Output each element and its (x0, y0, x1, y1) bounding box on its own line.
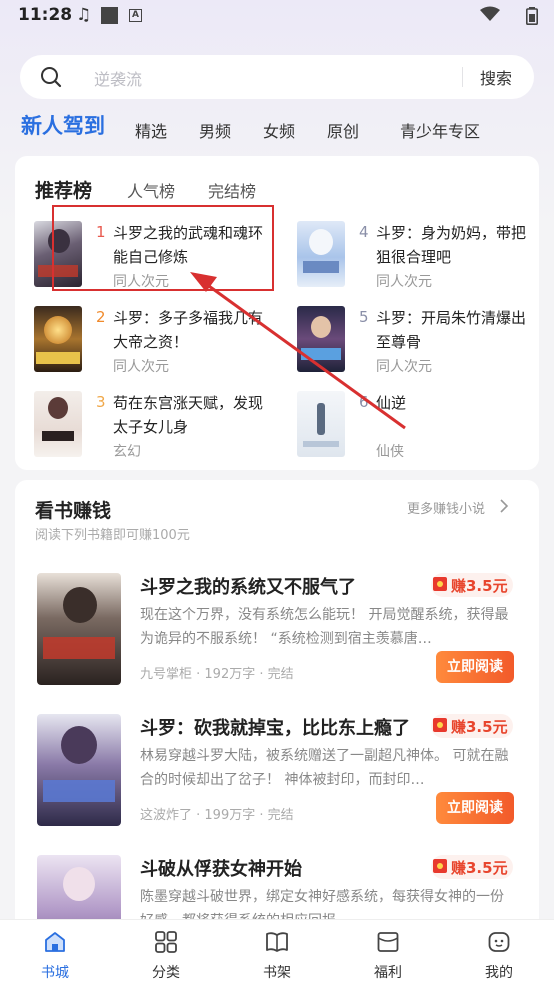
gift-icon (377, 932, 399, 952)
nav-bookstore[interactable]: 书城 (0, 920, 110, 984)
grid-icon (155, 931, 177, 953)
nav-category[interactable]: 分类 (111, 920, 221, 984)
annotation-arrow (190, 272, 406, 430)
bottom-nav: 书城 分类 书架 福利 我的 (0, 919, 554, 984)
nav-label: 我的 (485, 965, 513, 981)
home-icon (45, 932, 65, 952)
nav-profile[interactable]: 我的 (444, 920, 554, 984)
nav-label: 书架 (263, 965, 291, 981)
book-icon (266, 932, 288, 952)
nav-bookshelf[interactable]: 书架 (222, 920, 332, 984)
user-face-icon (488, 932, 510, 952)
nav-welfare[interactable]: 福利 (333, 920, 443, 984)
nav-label: 书城 (41, 965, 69, 981)
nav-label: 分类 (152, 965, 180, 981)
nav-label: 福利 (374, 965, 402, 981)
